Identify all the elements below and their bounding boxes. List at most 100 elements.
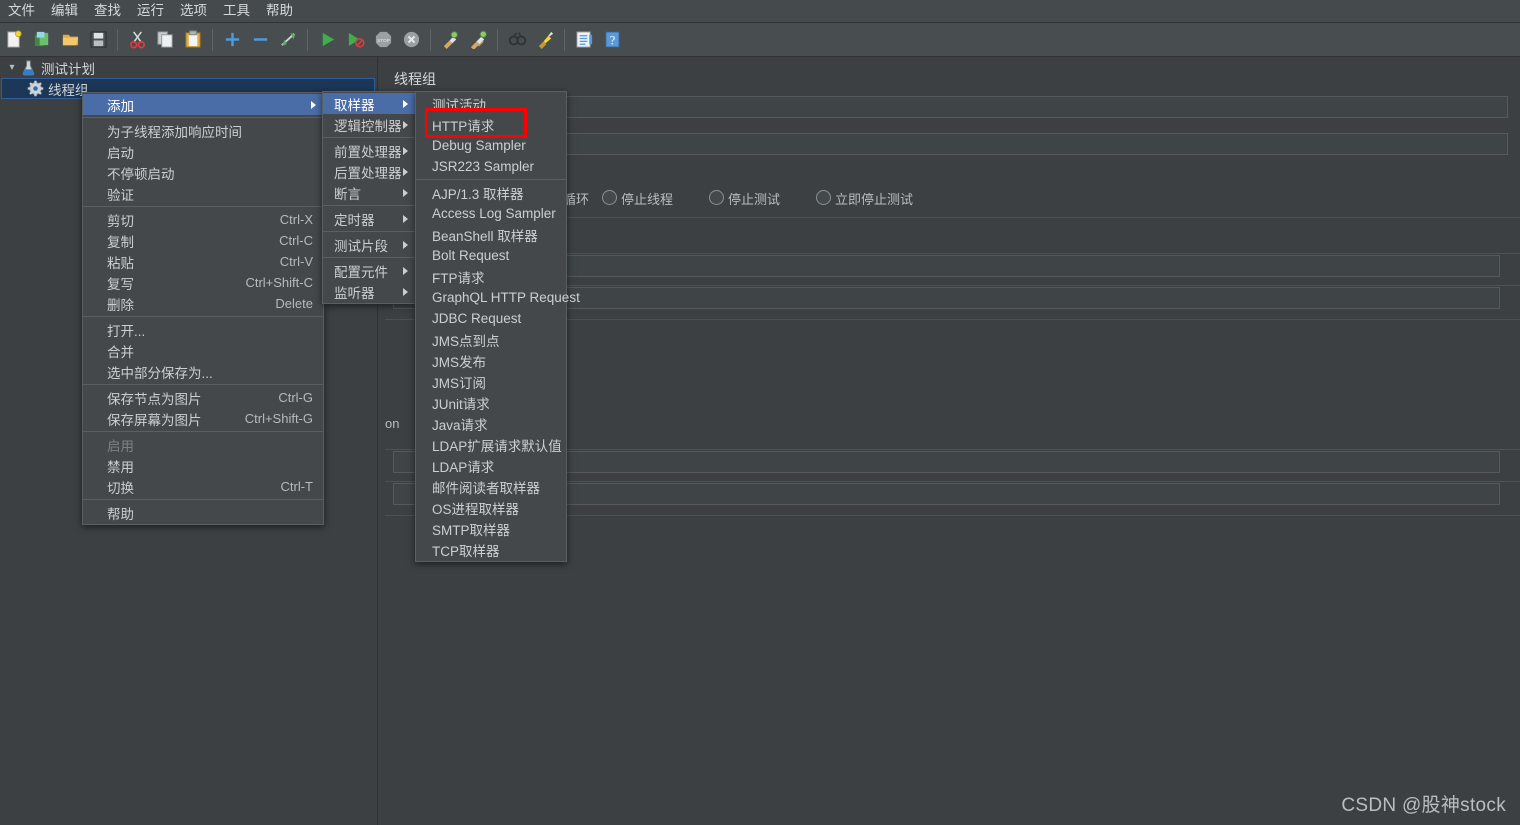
add-submenu[interactable]: 取样器 逻辑控制器前置处理器 后置处理器 断言定时器测试片段配置元件监听器 [322,91,416,304]
menu-item-配置元件[interactable]: 配置元件 [323,260,415,281]
menu-item-SMTP取样器[interactable]: SMTP取样器 [416,518,566,539]
menu-item-JUnit请求[interactable]: JUnit请求 [416,392,566,413]
menu-item-剪切[interactable]: 剪切 Ctrl-X [83,209,323,230]
menubar-item-6[interactable]: 帮助 [259,0,300,22]
menu-separator [83,206,323,207]
menu-item-LDAP扩展请求默认值[interactable]: LDAP扩展请求默认值 [416,434,566,455]
menu-item-TCP取样器[interactable]: TCP取样器 [416,539,566,560]
chevron-right-icon [311,100,316,109]
menubar-item-2[interactable]: 查找 [87,0,128,22]
chevron-down-icon[interactable]: ▾ [4,60,20,76]
paste-icon[interactable] [181,28,205,52]
menu-item-复写[interactable]: 复写 Ctrl+Shift-C [83,272,323,293]
menu-item-label: 监听器 [334,285,375,301]
start-icon[interactable] [315,28,339,52]
open-icon[interactable] [58,28,82,52]
menubar-item-5[interactable]: 工具 [216,0,257,22]
search-icon[interactable] [505,28,529,52]
help-icon[interactable]: ? [600,28,624,52]
menubar-item-1[interactable]: 编辑 [44,0,85,22]
menu-item-前置处理器[interactable]: 前置处理器 [323,140,415,161]
menu-item-DebugSampler[interactable]: Debug Sampler [416,135,566,156]
menu-item-label: TCP取样器 [432,543,500,559]
menu-item-启动[interactable]: 启动 [83,141,323,162]
menu-item-AJP13取样器[interactable]: AJP/1.3 取样器 [416,182,566,203]
collapse-all-icon[interactable] [248,28,272,52]
menu-item-粘贴[interactable]: 粘贴 Ctrl-V [83,251,323,272]
menu-item-保存屏幕为图片[interactable]: 保存屏幕为图片 Ctrl+Shift-G [83,408,323,429]
menu-item-GraphQLHTTPRequest[interactable]: GraphQL HTTP Request [416,287,580,308]
menu-item-shortcut: Ctrl-G [278,390,313,405]
menu-item-label: JSR223 Sampler [432,159,535,174]
cut-icon[interactable] [125,28,149,52]
menu-item-测试片段[interactable]: 测试片段 [323,234,415,255]
menu-item-添加[interactable]: 添加 [83,94,323,115]
menu-item-label: 复写 [107,276,134,292]
menu-item-后置处理器[interactable]: 后置处理器 [323,161,415,182]
stop-icon[interactable]: STOP [371,28,395,52]
menu-item-AccessLogSampler[interactable]: Access Log Sampler [416,203,566,224]
menu-item-不停顿启动[interactable]: 不停顿启动 [83,162,323,183]
menu-item-打开[interactable]: 打开... [83,319,323,340]
start-no-pause-icon[interactable] [343,28,367,52]
menu-item-BeanShell取样器[interactable]: BeanShell 取样器 [416,224,566,245]
clear-all-icon[interactable] [466,28,490,52]
toggle-icon[interactable] [276,28,300,52]
menu-item-Java请求[interactable]: Java请求 [416,413,566,434]
templates-icon[interactable] [30,28,54,52]
menubar-item-3[interactable]: 运行 [130,0,171,22]
function-helper-icon[interactable] [572,28,596,52]
toolbar-separator [307,28,308,51]
menu-item-label: 取样器 [334,97,375,113]
menu-item-JMS点到点[interactable]: JMS点到点 [416,329,566,350]
menu-item-合并[interactable]: 合并 [83,340,323,361]
menu-item-保存节点为图片[interactable]: 保存节点为图片 Ctrl-G [83,387,323,408]
menu-separator [83,384,323,385]
menu-item-选中部分保存为[interactable]: 选中部分保存为... [83,361,323,382]
menu-item-复制[interactable]: 复制 Ctrl-C [83,230,323,251]
menu-item-FTP请求[interactable]: FTP请求 [416,266,566,287]
save-icon[interactable] [86,28,110,52]
expand-all-icon[interactable] [220,28,244,52]
menu-item-禁用[interactable]: 禁用 [83,455,323,476]
search-reset-icon[interactable] [533,28,557,52]
menu-item-测试活动[interactable]: 测试活动 [416,93,566,114]
menu-item-label: 为子线程添加响应时间 [107,124,242,140]
menu-item-定时器[interactable]: 定时器 [323,208,415,229]
menu-item-JMS订阅[interactable]: JMS订阅 [416,371,566,392]
menu-separator [83,431,323,432]
menu-item-HTTP请求[interactable]: HTTP请求 [416,114,566,135]
menu-item-验证[interactable]: 验证 [83,183,323,204]
menu-item-label: JUnit请求 [432,396,490,412]
copy-icon[interactable] [153,28,177,52]
clear-icon[interactable] [438,28,462,52]
radio-stop-test[interactable] [709,190,724,205]
menu-item-断言[interactable]: 断言 [323,182,415,203]
menu-item-删除[interactable]: 删除 Delete [83,293,323,314]
menu-item-OS进程取样器[interactable]: OS进程取样器 [416,497,566,518]
menu-item-JDBCRequest[interactable]: JDBC Request [416,308,566,329]
sampler-submenu[interactable]: 测试活动 HTTP请求 Debug Sampler JSR223 Sampler AJP… [415,91,580,562]
menubar-item-4[interactable]: 选项 [173,0,214,22]
menu-item-取样器[interactable]: 取样器 [323,93,415,114]
menu-item-label: SMTP取样器 [432,522,511,538]
new-icon[interactable] [2,28,26,52]
shutdown-icon[interactable] [399,28,423,52]
menu-item-切换[interactable]: 切换 Ctrl-T [83,476,323,497]
menu-item-label: 粘贴 [107,255,134,271]
menubar-item-0[interactable]: 文件 [1,0,42,22]
radio-stop-test-now[interactable] [816,190,831,205]
menu-item-JSR223Sampler[interactable]: JSR223 Sampler [416,156,566,177]
tree-node-test-plan[interactable]: ▾ 测试计划 [0,57,377,78]
thread-group-context-menu[interactable]: 添加 为子线程添加响应时间 启动 不停顿启动 验证 剪切 Ctrl-X 复制 Ctrl-C 粘贴 C… [82,92,324,525]
menu-item-JMS发布[interactable]: JMS发布 [416,350,566,371]
menu-item-LDAP请求[interactable]: LDAP请求 [416,455,566,476]
menu-item-帮助[interactable]: 帮助 [83,502,323,523]
menu-item-BoltRequest[interactable]: Bolt Request [416,245,566,266]
menu-item-邮件阅读者取样器[interactable]: 邮件阅读者取样器 [416,476,566,497]
menu-item-为子线程添加响应时间[interactable]: 为子线程添加响应时间 [83,120,323,141]
radio-stop-thread[interactable] [602,190,617,205]
menu-item-shortcut: Ctrl-C [279,233,313,248]
menu-item-监听器[interactable]: 监听器 [323,281,415,302]
menu-item-逻辑控制器[interactable]: 逻辑控制器 [323,114,415,135]
